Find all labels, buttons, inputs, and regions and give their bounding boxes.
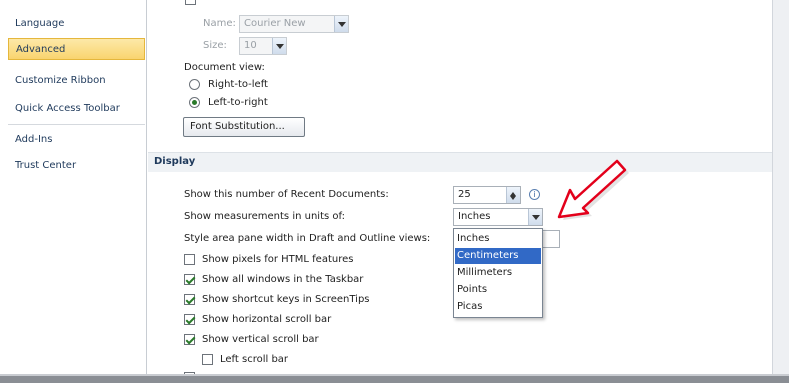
sidebar-divider: [8, 124, 145, 125]
draft-font-checkbox[interactable]: [185, 0, 196, 5]
dropdown-option-centimeters[interactable]: Centimeters: [455, 248, 541, 264]
measurement-units-select[interactable]: Inches: [453, 208, 543, 226]
font-size-label: Size:: [203, 40, 227, 51]
sidebar-item-trust-center[interactable]: Trust Center: [8, 155, 145, 177]
sidebar-item-label: Add-Ins: [15, 134, 53, 145]
document-view-label: Document view:: [184, 62, 265, 73]
recent-documents-label: Show this number of Recent Documents:: [184, 189, 389, 200]
options-content: Name: Courier New Size: 10 Document view…: [148, 0, 772, 383]
font-name-label: Name:: [203, 18, 236, 29]
show-shortcut-keys-label: Show shortcut keys in ScreenTips: [202, 294, 370, 305]
show-shortcut-keys-checkbox[interactable]: [184, 294, 195, 305]
left-to-right-radio[interactable]: [189, 97, 200, 108]
measurement-units-value: Inches: [458, 211, 491, 222]
sidebar-item-language[interactable]: Language: [8, 13, 145, 35]
window-bottom-border: [0, 376, 789, 383]
font-substitution-button[interactable]: Font Substitution...: [183, 117, 305, 137]
measurement-units-dropdown: Inches Centimeters Millimeters Points Pi…: [453, 228, 543, 318]
show-all-windows-label: Show all windows in the Taskbar: [202, 274, 364, 285]
dropdown-option-points[interactable]: Points: [455, 282, 541, 298]
show-all-windows-checkbox[interactable]: [184, 274, 195, 285]
sidebar-item-add-ins[interactable]: Add-Ins: [8, 129, 145, 151]
dropdown-option-inches[interactable]: Inches: [455, 231, 541, 247]
options-sidebar: Language Advanced Customize Ribbon Quick…: [4, 0, 147, 378]
sidebar-item-label: Customize Ribbon: [15, 75, 106, 86]
chevron-down-icon[interactable]: [528, 209, 542, 225]
recent-documents-spinner[interactable]: 25: [453, 186, 521, 204]
sidebar-item-customize-ribbon[interactable]: Customize Ribbon: [8, 70, 145, 92]
right-to-left-radio[interactable]: [189, 79, 200, 90]
display-section-title: Display: [154, 156, 196, 167]
vertical-scrollbar[interactable]: [772, 0, 789, 378]
info-icon: i: [529, 189, 540, 200]
left-to-right-label: Left-to-right: [208, 97, 268, 108]
spinner-arrows-icon[interactable]: [506, 187, 520, 203]
recent-documents-value: 25: [458, 189, 471, 200]
right-to-left-label: Right-to-left: [208, 79, 268, 90]
show-pixels-checkbox[interactable]: [184, 254, 195, 265]
left-scroll-bar-label: Left scroll bar: [220, 354, 289, 365]
style-area-label: Style area pane width in Draft and Outli…: [184, 233, 431, 244]
measurement-units-label: Show measurements in units of:: [184, 211, 346, 222]
sidebar-item-advanced[interactable]: Advanced: [8, 38, 145, 60]
chevron-down-icon: [272, 38, 286, 54]
chevron-down-icon: [334, 16, 348, 32]
dropdown-option-millimeters[interactable]: Millimeters: [455, 265, 541, 281]
show-horizontal-scroll-label: Show horizontal scroll bar: [202, 314, 332, 325]
font-substitution-label: Font Substitution...: [190, 121, 285, 132]
left-scroll-bar-checkbox[interactable]: [202, 354, 213, 365]
show-horizontal-scroll-checkbox[interactable]: [184, 314, 195, 325]
show-vertical-scroll-checkbox[interactable]: [184, 334, 195, 345]
sidebar-item-label: Quick Access Toolbar: [15, 103, 120, 114]
options-dialog: Language Advanced Customize Ribbon Quick…: [0, 0, 789, 383]
font-name-value: Courier New: [244, 18, 306, 29]
show-pixels-label: Show pixels for HTML features: [202, 254, 354, 265]
dropdown-option-picas[interactable]: Picas: [455, 299, 541, 315]
red-arrow-annotation-icon: [557, 159, 629, 220]
font-size-value: 10: [244, 40, 257, 51]
sidebar-item-label: Advanced: [16, 44, 66, 55]
sidebar-item-label: Trust Center: [15, 160, 77, 171]
sidebar-item-label: Language: [15, 18, 65, 29]
display-section-header: Display: [148, 152, 772, 172]
font-name-select[interactable]: Courier New: [239, 15, 349, 33]
sidebar-item-quick-access-toolbar[interactable]: Quick Access Toolbar: [8, 98, 145, 120]
font-size-select[interactable]: 10: [239, 37, 287, 55]
show-vertical-scroll-label: Show vertical scroll bar: [202, 334, 319, 345]
